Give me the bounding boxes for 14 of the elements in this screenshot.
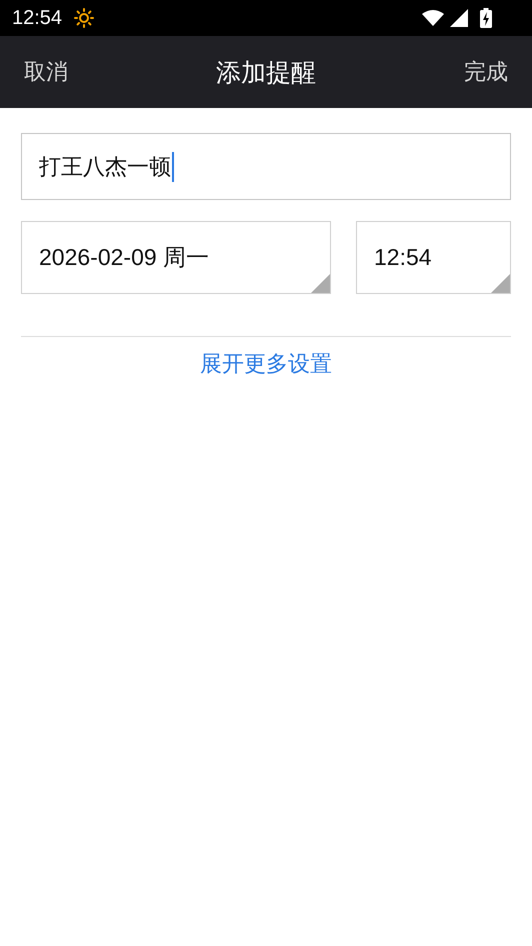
- page-title: 添加提醒: [216, 56, 316, 88]
- date-picker-field[interactable]: 2026-02-09 周一: [21, 221, 331, 294]
- title-input-field[interactable]: 打王八杰一顿: [21, 133, 511, 200]
- status-time: 12:54: [12, 6, 62, 30]
- battery-charging-icon: [480, 8, 492, 28]
- corner-triangle-icon: [311, 274, 330, 293]
- corner-triangle-icon: [491, 274, 510, 293]
- done-button[interactable]: 完成: [454, 51, 518, 93]
- cancel-button[interactable]: 取消: [14, 51, 78, 93]
- signal-icon: [450, 9, 468, 27]
- wifi-icon: [422, 10, 444, 26]
- sun-icon: [74, 8, 94, 28]
- time-picker-field[interactable]: 12:54: [356, 221, 511, 294]
- expand-more-settings-link[interactable]: 展开更多设置: [200, 349, 332, 379]
